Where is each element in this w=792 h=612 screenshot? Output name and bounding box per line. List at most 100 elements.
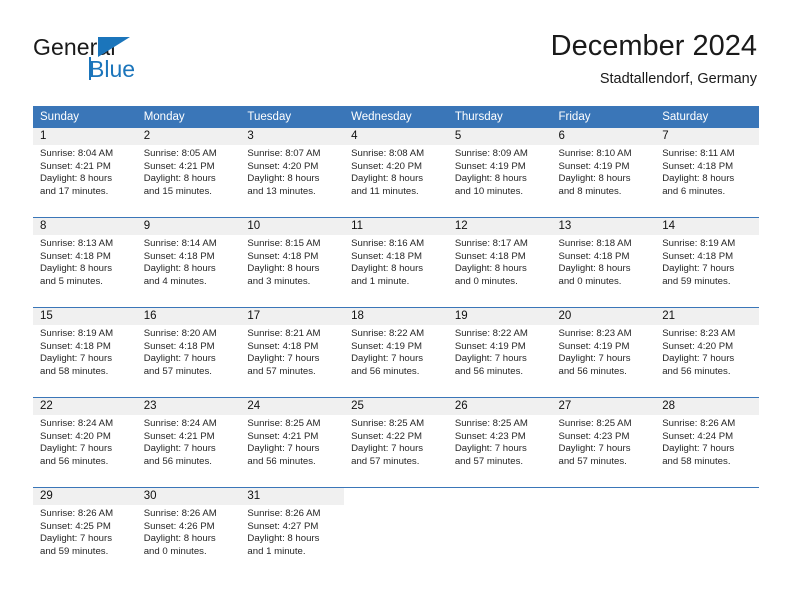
day-sunrise-text: Sunrise: 8:21 AM xyxy=(247,328,321,339)
day-sunset-text: Sunset: 4:21 PM xyxy=(143,160,215,172)
day-cell[interactable]: 13 Sunrise: 8:18 AM Sunset: 4:18 PM Dayligh… xyxy=(551,218,656,307)
day-cell[interactable]: 1 Sunrise: 8:04 AM Sunset: 4:21 PM Daylight… xyxy=(33,128,137,217)
day-cell[interactable]: 8 Sunrise: 8:13 AM Sunset: 4:18 PM Daylight… xyxy=(33,218,137,307)
day-cell[interactable]: 6 Sunrise: 8:10 AM Sunset: 4:19 PM Daylight… xyxy=(551,128,656,217)
day-number: 15 xyxy=(33,308,137,325)
day-cell[interactable]: 25 Sunrise: 8:25 AM Sunset: 4:22 PM Dayligh… xyxy=(344,398,448,487)
day-cell[interactable]: 2 Sunrise: 8:05 AM Sunset: 4:21 PM Daylight… xyxy=(136,128,241,217)
calendar-weeks: 1 Sunrise: 8:04 AM Sunset: 4:21 PM Daylight… xyxy=(33,128,759,577)
day-sunrise-text: Sunrise: 8:22 AM xyxy=(351,328,425,339)
day-cell[interactable]: 12 Sunrise: 8:17 AM Sunset: 4:18 PM Dayligh… xyxy=(447,218,552,307)
day-sunrise-text: Sunrise: 8:14 AM xyxy=(143,238,217,249)
day-cell[interactable]: 28 Sunrise: 8:26 AM Sunset: 4:24 PM Dayligh… xyxy=(655,398,759,487)
day-cell[interactable]: 20 Sunrise: 8:23 AM Sunset: 4:19 PM Dayligh… xyxy=(551,308,656,397)
day-cell[interactable]: 3 Sunrise: 8:07 AM Sunset: 4:20 PM Daylight… xyxy=(240,128,345,217)
weekday-header-thursday: Thursday xyxy=(454,111,503,123)
day-details: Sunrise: 8:07 AM Sunset: 4:20 PM Daylight:… xyxy=(240,145,344,198)
calendar-week-row: 15 Sunrise: 8:19 AM Sunset: 4:18 PM Dayligh… xyxy=(33,307,759,397)
day-cell[interactable]: 22 Sunrise: 8:24 AM Sunset: 4:20 PM Dayligh… xyxy=(33,398,137,487)
day-daylight1-text: Daylight: 7 hours xyxy=(143,353,216,365)
day-details: Sunrise: 8:14 AM Sunset: 4:18 PM Daylight:… xyxy=(137,235,241,288)
day-cell[interactable]: 15 Sunrise: 8:19 AM Sunset: 4:18 PM Dayligh… xyxy=(33,308,137,397)
day-sunset-text: Sunset: 4:18 PM xyxy=(662,250,734,262)
day-sunset-text: Sunset: 4:21 PM xyxy=(143,430,215,442)
day-daylight2-text: and 56 minutes. xyxy=(40,455,109,467)
day-number: 16 xyxy=(136,308,241,325)
day-cell[interactable]: 26 Sunrise: 8:25 AM Sunset: 4:23 PM Dayligh… xyxy=(447,398,552,487)
day-sunset-text: Sunset: 4:18 PM xyxy=(40,250,111,262)
day-cell[interactable]: 23 Sunrise: 8:24 AM Sunset: 4:21 PM Dayligh… xyxy=(136,398,241,487)
day-daylight1-text: Daylight: 7 hours xyxy=(143,443,216,455)
day-sunset-text: Sunset: 4:20 PM xyxy=(351,160,423,172)
day-cell[interactable]: 9 Sunrise: 8:14 AM Sunset: 4:18 PM Daylight… xyxy=(136,218,241,307)
day-daylight2-text: and 6 minutes. xyxy=(662,185,726,197)
day-cell[interactable]: 17 Sunrise: 8:21 AM Sunset: 4:18 PM Dayligh… xyxy=(240,308,345,397)
brand-flag-icon xyxy=(98,37,130,57)
day-daylight2-text: and 57 minutes. xyxy=(454,455,524,467)
day-cell[interactable]: 19 Sunrise: 8:22 AM Sunset: 4:19 PM Dayligh… xyxy=(447,308,552,397)
day-number: 2 xyxy=(136,128,241,145)
day-sunrise-text: Sunrise: 8:05 AM xyxy=(143,148,217,159)
day-daylight2-text: and 0 minutes. xyxy=(558,275,622,287)
day-daylight1-text: Daylight: 8 hours xyxy=(143,173,216,185)
day-daylight2-text: and 57 minutes. xyxy=(558,455,627,467)
day-cell[interactable]: 10 Sunrise: 8:15 AM Sunset: 4:18 PM Dayligh… xyxy=(240,218,345,307)
day-cell[interactable]: 31 Sunrise: 8:26 AM Sunset: 4:27 PM Dayligh… xyxy=(240,488,345,577)
day-cell-empty xyxy=(551,488,656,577)
day-cell[interactable]: 30 Sunrise: 8:26 AM Sunset: 4:26 PM Dayligh… xyxy=(136,488,241,577)
day-daylight1-text: Daylight: 8 hours xyxy=(247,173,320,185)
day-sunset-text: Sunset: 4:19 PM xyxy=(558,340,630,352)
day-sunrise-text: Sunrise: 8:26 AM xyxy=(247,508,321,519)
day-sunset-text: Sunset: 4:18 PM xyxy=(40,340,111,352)
day-sunset-text: Sunset: 4:18 PM xyxy=(454,250,526,262)
day-sunrise-text: Sunrise: 8:23 AM xyxy=(662,328,736,339)
day-cell[interactable]: 5 Sunrise: 8:09 AM Sunset: 4:19 PM Daylight… xyxy=(447,128,552,217)
day-sunset-text: Sunset: 4:18 PM xyxy=(247,340,319,352)
day-cell[interactable]: 27 Sunrise: 8:25 AM Sunset: 4:23 PM Dayligh… xyxy=(551,398,656,487)
day-sunset-text: Sunset: 4:26 PM xyxy=(143,520,215,532)
day-cell[interactable]: 24 Sunrise: 8:25 AM Sunset: 4:21 PM Dayligh… xyxy=(240,398,345,487)
brand-name-blue: Blue xyxy=(89,56,136,82)
day-cell[interactable]: 11 Sunrise: 8:16 AM Sunset: 4:18 PM Dayligh… xyxy=(344,218,448,307)
day-cell[interactable]: 16 Sunrise: 8:20 AM Sunset: 4:18 PM Dayligh… xyxy=(136,308,241,397)
day-cell[interactable]: 14 Sunrise: 8:19 AM Sunset: 4:18 PM Dayligh… xyxy=(655,218,759,307)
day-sunrise-text: Sunrise: 8:07 AM xyxy=(247,148,321,159)
day-daylight1-text: Daylight: 7 hours xyxy=(558,443,631,455)
day-details: Sunrise: 8:15 AM Sunset: 4:18 PM Daylight:… xyxy=(240,235,344,288)
day-details: Sunrise: 8:09 AM Sunset: 4:19 PM Daylight:… xyxy=(448,145,552,198)
day-daylight1-text: Daylight: 8 hours xyxy=(247,263,320,275)
day-sunrise-text: Sunrise: 8:19 AM xyxy=(40,328,114,339)
day-cell[interactable]: 21 Sunrise: 8:23 AM Sunset: 4:20 PM Dayligh… xyxy=(655,308,759,397)
day-daylight1-text: Daylight: 7 hours xyxy=(454,353,527,365)
day-sunset-text: Sunset: 4:22 PM xyxy=(351,430,423,442)
day-details: Sunrise: 8:21 AM Sunset: 4:18 PM Daylight:… xyxy=(240,325,344,378)
day-details: Sunrise: 8:26 AM Sunset: 4:26 PM Daylight:… xyxy=(137,505,241,558)
day-cell[interactable]: 7 Sunrise: 8:11 AM Sunset: 4:18 PM Daylight… xyxy=(655,128,759,217)
day-number xyxy=(344,488,448,505)
day-number: 18 xyxy=(344,308,448,325)
day-details: Sunrise: 8:13 AM Sunset: 4:18 PM Daylight:… xyxy=(33,235,137,288)
day-daylight1-text: Daylight: 8 hours xyxy=(454,263,527,275)
day-sunset-text: Sunset: 4:18 PM xyxy=(558,250,630,262)
day-cell[interactable]: 29 Sunrise: 8:26 AM Sunset: 4:25 PM Dayligh… xyxy=(33,488,137,577)
day-details: Sunrise: 8:05 AM Sunset: 4:21 PM Daylight:… xyxy=(137,145,241,198)
day-daylight2-text: and 5 minutes. xyxy=(40,275,103,287)
day-daylight2-text: and 15 minutes. xyxy=(143,185,212,197)
day-number: 8 xyxy=(33,218,137,235)
brand-logo[interactable]: General Blue xyxy=(33,36,263,86)
day-daylight1-text: Daylight: 8 hours xyxy=(143,533,216,545)
day-sunset-text: Sunset: 4:23 PM xyxy=(558,430,630,442)
day-daylight2-text: and 56 minutes. xyxy=(143,455,212,467)
day-daylight1-text: Daylight: 8 hours xyxy=(247,533,320,545)
day-daylight1-text: Daylight: 7 hours xyxy=(247,353,320,365)
calendar-page: General Blue December 2024 Stadtallendor… xyxy=(0,0,792,612)
day-daylight1-text: Daylight: 8 hours xyxy=(351,173,424,185)
day-sunrise-text: Sunrise: 8:18 AM xyxy=(558,238,632,249)
day-sunset-text: Sunset: 4:24 PM xyxy=(662,430,734,442)
day-cell[interactable]: 4 Sunrise: 8:08 AM Sunset: 4:20 PM Daylight… xyxy=(344,128,448,217)
day-sunset-text: Sunset: 4:19 PM xyxy=(558,160,630,172)
day-cell[interactable]: 18 Sunrise: 8:22 AM Sunset: 4:19 PM Dayligh… xyxy=(344,308,448,397)
weekday-header-wednesday: Wednesday xyxy=(351,111,412,123)
day-daylight1-text: Daylight: 7 hours xyxy=(351,353,424,365)
day-daylight1-text: Daylight: 8 hours xyxy=(40,173,112,185)
